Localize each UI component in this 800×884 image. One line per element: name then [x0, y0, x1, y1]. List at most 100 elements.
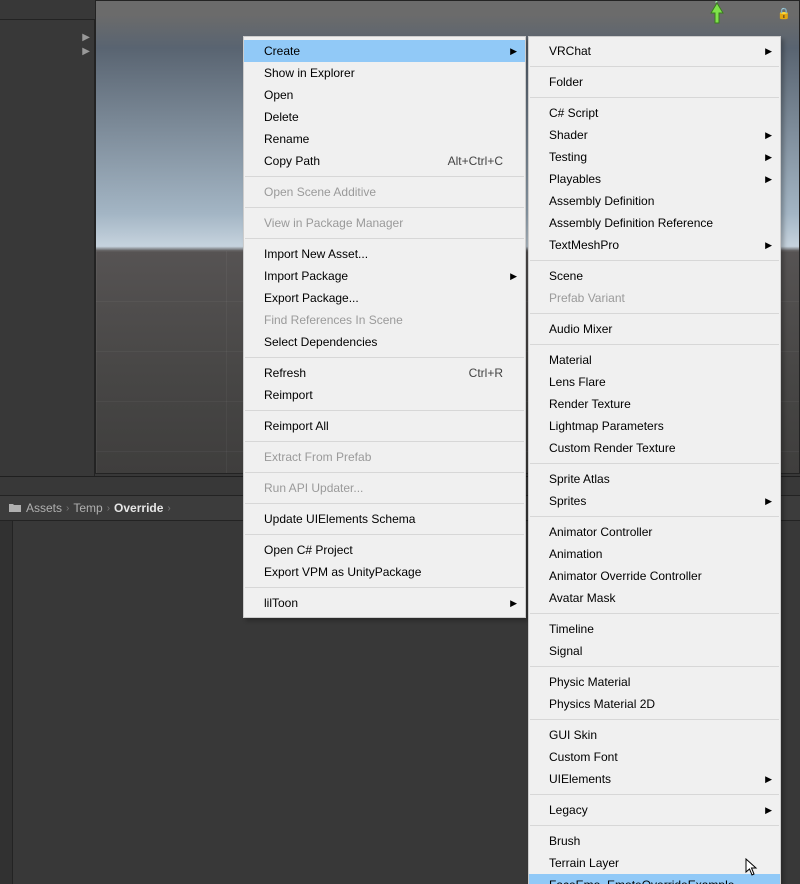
- menu-label: View in Package Manager: [264, 216, 403, 230]
- menu-item-rename[interactable]: Rename: [244, 128, 525, 150]
- menu-label: Timeline: [549, 622, 594, 636]
- menu-label: Render Texture: [549, 397, 631, 411]
- menu-separator: [530, 719, 779, 720]
- menu-label: FaceEmo_EmoteOverrideExample: [549, 878, 734, 884]
- menu-label: Open C# Project: [264, 543, 353, 557]
- menu-item-folder[interactable]: Folder: [529, 71, 780, 93]
- menu-item-open-csharp-project[interactable]: Open C# Project: [244, 539, 525, 561]
- breadcrumb-root[interactable]: Assets: [26, 501, 62, 515]
- menu-item-import-new-asset[interactable]: Import New Asset...: [244, 243, 525, 265]
- menu-label: Copy Path: [264, 154, 320, 168]
- menu-item-uielements[interactable]: UIElements▶: [529, 768, 780, 790]
- menu-item-open[interactable]: Open: [244, 84, 525, 106]
- menu-item-custom-font[interactable]: Custom Font: [529, 746, 780, 768]
- menu-label: Export Package...: [264, 291, 359, 305]
- menu-item-testing[interactable]: Testing ▶: [529, 146, 780, 168]
- menu-item-vrchat[interactable]: VRChat ▶: [529, 40, 780, 62]
- breadcrumb-item[interactable]: Temp: [73, 501, 102, 515]
- menu-item-lightmap-parameters[interactable]: Lightmap Parameters: [529, 415, 780, 437]
- menu-item-delete[interactable]: Delete: [244, 106, 525, 128]
- menu-item-assembly-definition[interactable]: Assembly Definition: [529, 190, 780, 212]
- menu-item-custom-render-texture[interactable]: Custom Render Texture: [529, 437, 780, 459]
- menu-item-sprite-atlas[interactable]: Sprite Atlas: [529, 468, 780, 490]
- menu-item-scene[interactable]: Scene: [529, 265, 780, 287]
- menu-label: Lightmap Parameters: [549, 419, 664, 433]
- menu-separator: [530, 666, 779, 667]
- submenu-arrow-icon: ▶: [765, 172, 772, 186]
- menu-item-lens-flare[interactable]: Lens Flare: [529, 371, 780, 393]
- menu-separator: [245, 176, 524, 177]
- menu-item-liltoon[interactable]: lilToon ▶: [244, 592, 525, 614]
- submenu-arrow-icon: ▶: [765, 44, 772, 58]
- menu-label: Sprites: [549, 494, 586, 508]
- menu-item-export-package[interactable]: Export Package...: [244, 287, 525, 309]
- menu-item-playables[interactable]: Playables▶: [529, 168, 780, 190]
- menu-item-run-api-updater: Run API Updater...: [244, 477, 525, 499]
- menu-item-export-vpm[interactable]: Export VPM as UnityPackage: [244, 561, 525, 583]
- menu-item-prefab-variant: Prefab Variant: [529, 287, 780, 309]
- submenu-arrow-icon: ▶: [765, 494, 772, 508]
- menu-item-legacy[interactable]: Legacy▶: [529, 799, 780, 821]
- context-menu-create[interactable]: VRChat ▶ Folder C# Script Shader▶ Testin…: [528, 36, 781, 884]
- menu-item-show-in-explorer[interactable]: Show in Explorer: [244, 62, 525, 84]
- menu-item-faceemo-override[interactable]: FaceEmo_EmoteOverrideExample: [529, 874, 780, 884]
- menu-item-brush[interactable]: Brush: [529, 830, 780, 852]
- menu-item-render-texture[interactable]: Render Texture: [529, 393, 780, 415]
- submenu-arrow-icon: ▶: [765, 772, 772, 786]
- menu-item-copy-path[interactable]: Copy Path Alt+Ctrl+C: [244, 150, 525, 172]
- menu-item-animator-controller[interactable]: Animator Controller: [529, 521, 780, 543]
- menu-item-shader[interactable]: Shader▶: [529, 124, 780, 146]
- menu-item-timeline[interactable]: Timeline: [529, 618, 780, 640]
- menu-item-terrain-layer[interactable]: Terrain Layer: [529, 852, 780, 874]
- menu-item-material[interactable]: Material: [529, 349, 780, 371]
- submenu-arrow-icon: ▶: [510, 44, 517, 58]
- menu-item-audio-mixer[interactable]: Audio Mixer: [529, 318, 780, 340]
- menu-shortcut: Alt+Ctrl+C: [448, 154, 503, 168]
- menu-item-animation[interactable]: Animation: [529, 543, 780, 565]
- menu-item-animator-override-controller[interactable]: Animator Override Controller: [529, 565, 780, 587]
- menu-label: TextMeshPro: [549, 238, 619, 252]
- menu-separator: [245, 534, 524, 535]
- menu-label: Assembly Definition Reference: [549, 216, 713, 230]
- menu-item-update-uielements-schema[interactable]: Update UIElements Schema: [244, 508, 525, 530]
- menu-item-refresh[interactable]: Refresh Ctrl+R: [244, 362, 525, 384]
- menu-item-import-package[interactable]: Import Package ▶: [244, 265, 525, 287]
- menu-item-avatar-mask[interactable]: Avatar Mask: [529, 587, 780, 609]
- submenu-arrow-icon: ▶: [510, 269, 517, 283]
- menu-item-find-references: Find References In Scene: [244, 309, 525, 331]
- menu-label: Animator Controller: [549, 525, 652, 539]
- context-menu-assets[interactable]: Create ▶ Show in Explorer Open Delete Re…: [243, 36, 526, 618]
- submenu-arrow-icon: ▶: [510, 596, 517, 610]
- menu-label: Folder: [549, 75, 583, 89]
- menu-label: Find References In Scene: [264, 313, 403, 327]
- menu-item-reimport[interactable]: Reimport: [244, 384, 525, 406]
- menu-item-physic-material[interactable]: Physic Material: [529, 671, 780, 693]
- orientation-gizmo-y-icon[interactable]: y: [705, 1, 729, 25]
- menu-separator: [530, 97, 779, 98]
- menu-label: Avatar Mask: [549, 591, 615, 605]
- folder-icon: [8, 501, 22, 515]
- menu-item-gui-skin[interactable]: GUI Skin: [529, 724, 780, 746]
- submenu-arrow-icon: ▶: [765, 128, 772, 142]
- menu-item-create[interactable]: Create ▶: [244, 40, 525, 62]
- menu-item-assembly-definition-ref[interactable]: Assembly Definition Reference: [529, 212, 780, 234]
- menu-item-sprites[interactable]: Sprites ▶: [529, 490, 780, 512]
- menu-item-textmeshpro[interactable]: TextMeshPro▶: [529, 234, 780, 256]
- menu-label: Material: [549, 353, 592, 367]
- menu-item-reimport-all[interactable]: Reimport All: [244, 415, 525, 437]
- breadcrumb-current[interactable]: Override: [114, 501, 163, 515]
- menu-item-signal[interactable]: Signal: [529, 640, 780, 662]
- menu-separator: [245, 207, 524, 208]
- chevron-right-icon[interactable]: ▶: [82, 32, 90, 43]
- chevron-right-icon[interactable]: ▶: [82, 46, 90, 57]
- lock-icon[interactable]: 🔒: [777, 7, 791, 20]
- menu-item-cs-script[interactable]: C# Script: [529, 102, 780, 124]
- menu-separator: [245, 357, 524, 358]
- menu-item-select-dependencies[interactable]: Select Dependencies: [244, 331, 525, 353]
- menu-label: Scene: [549, 269, 583, 283]
- menu-separator: [245, 587, 524, 588]
- menu-label: Testing: [549, 150, 587, 164]
- menu-item-open-scene-additive: Open Scene Additive: [244, 181, 525, 203]
- menu-item-physics-material-2d[interactable]: Physics Material 2D: [529, 693, 780, 715]
- submenu-arrow-icon: ▶: [765, 150, 772, 164]
